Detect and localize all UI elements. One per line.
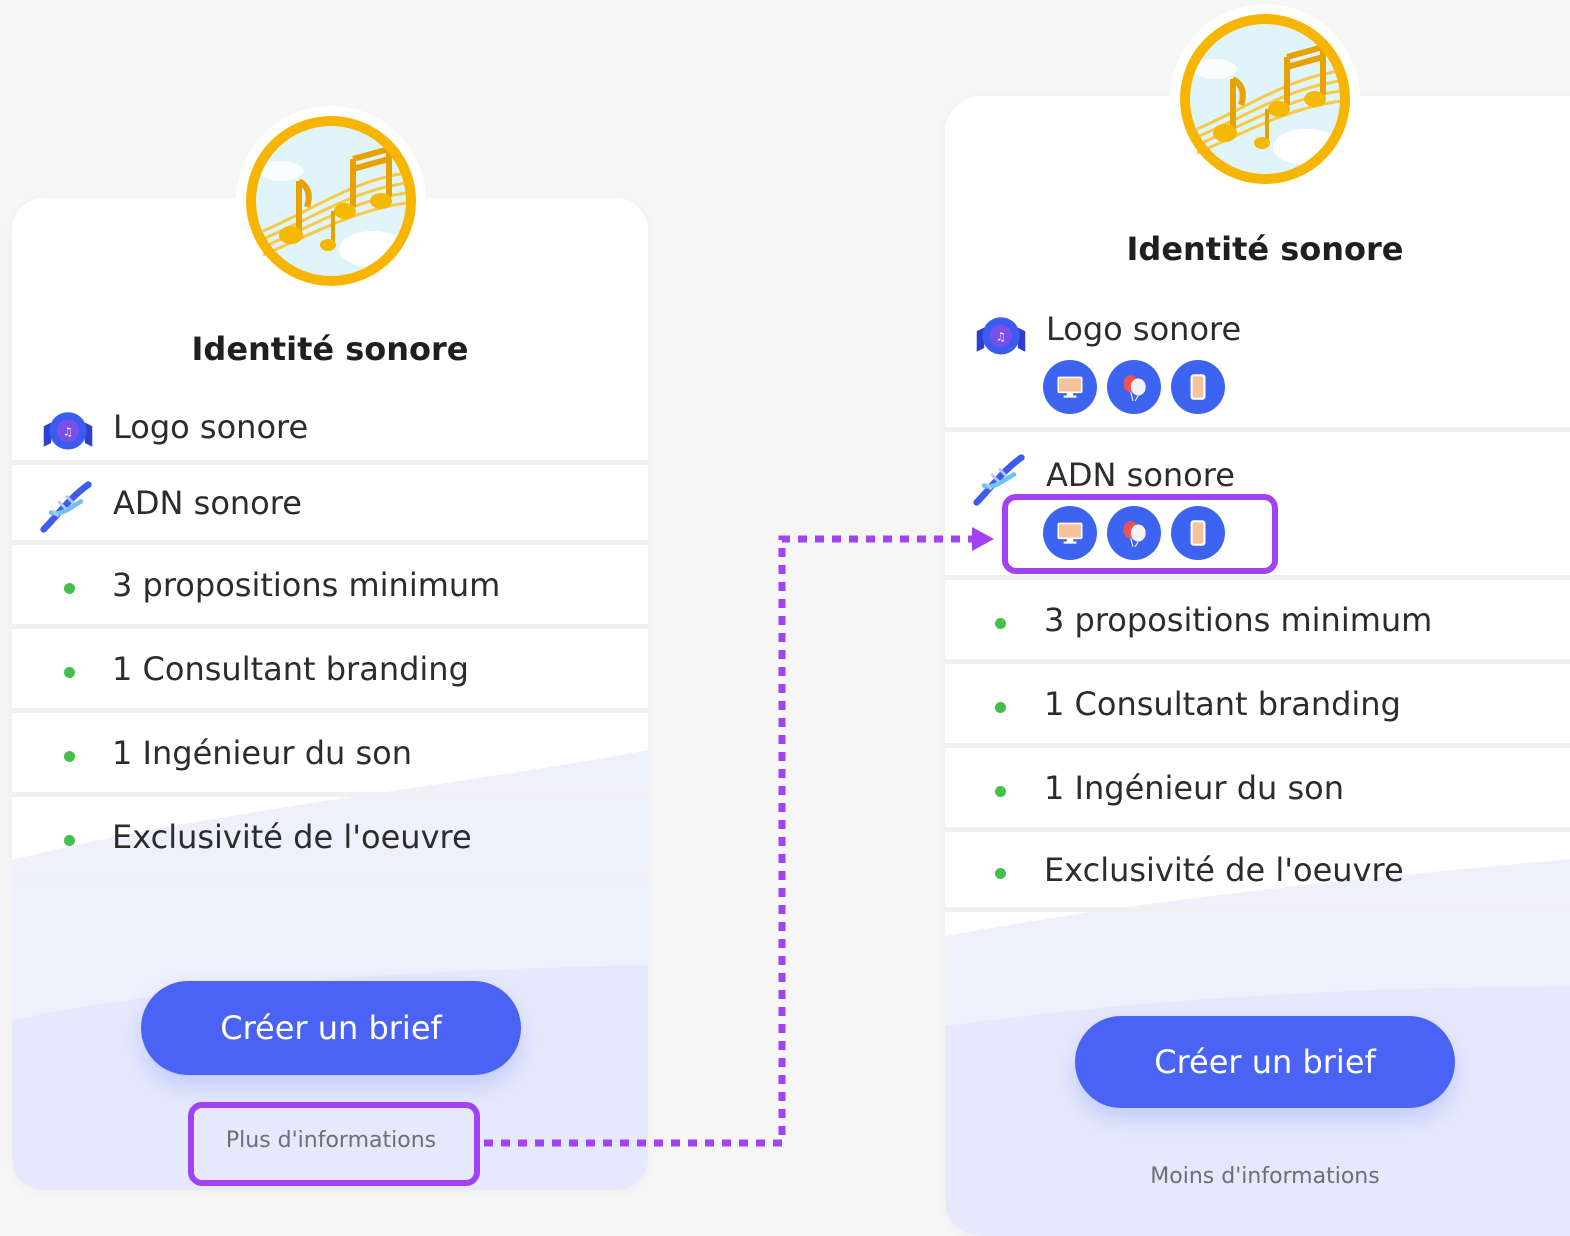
dotted-arrow-icon bbox=[484, 527, 994, 1147]
